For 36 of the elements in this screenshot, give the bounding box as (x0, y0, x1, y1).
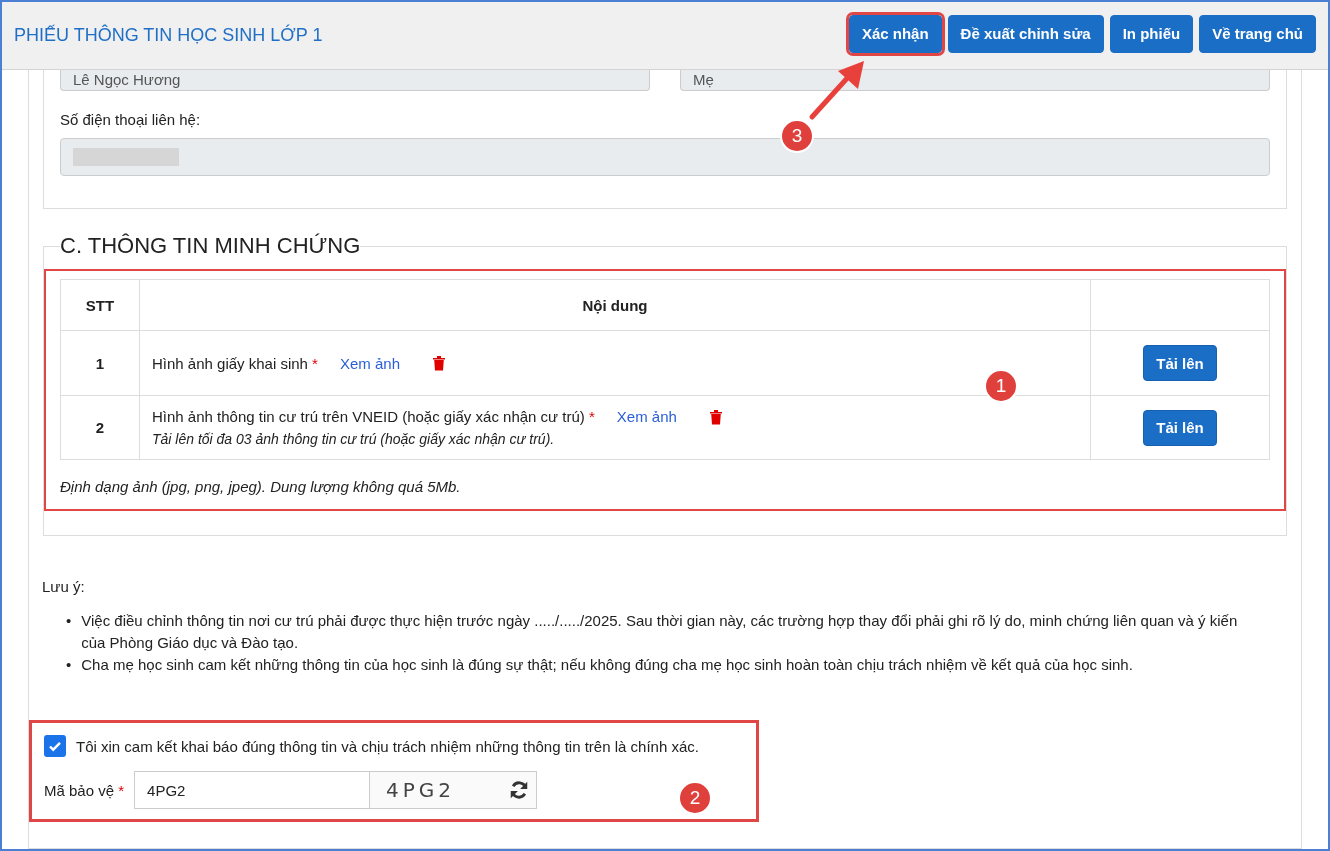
step-badge: 3 (782, 121, 812, 151)
item-label: Hình ảnh giấy khai sinh * (152, 354, 318, 372)
table-cell: 1 (60, 330, 140, 396)
checkbox[interactable] (44, 735, 66, 757)
trash-icon[interactable] (432, 355, 446, 371)
header-button[interactable]: Xác nhận (848, 14, 942, 53)
header-button[interactable]: In phiếu (1109, 14, 1194, 53)
input-field[interactable]: Mẹ (680, 70, 1270, 91)
input-field[interactable]: Lê Ngọc Hương (60, 70, 650, 91)
checkbox-label: Tôi xin cam kết khai báo đúng thông tin và chịu trách nhiệm những thông tin trên là chính xác. (76, 737, 699, 755)
upload-button[interactable]: Tải lên (1143, 409, 1217, 446)
view-link[interactable]: Xem ảnh (616, 408, 677, 425)
column-header: Nội dung (139, 279, 1091, 331)
note-item: Việc điều chỉnh thông tin nơi cư trú phải được thực hiện trước ngày ...../...../2025. Sau thời gian này, các trường hợp thay đổi phải ghi rõ lý do, minh chứng liên quan và ý kiến của Phòng Giáo dục và Đào tạo. (81, 611, 1239, 653)
step-badge: 1 (986, 371, 1016, 401)
header-button[interactable]: Đề xuất chỉnh sửa (947, 14, 1104, 53)
bullet: • (66, 611, 72, 631)
step-badge: 2 (680, 783, 710, 813)
format-note: Định dạng ảnh (jpg, png, jpeg). Dung lượng không quá 5Mb. (60, 478, 462, 495)
item-label: Hình ảnh thông tin cư trú trên VNEID (hoặc giấy xác nhận cư trú) * (152, 408, 595, 425)
field-label: Mã bảo vệ * (44, 781, 125, 799)
trash-icon[interactable] (708, 408, 723, 425)
note-title: Lưu ý: (42, 577, 86, 597)
captcha-text: 4PG2 (386, 778, 456, 802)
header-button[interactable]: Về trang chủ (1199, 14, 1316, 53)
hint-text: Tải lên tối đa 03 ảnh thông tin cư trú (hoặc giấy xác nhận cư trú). (152, 431, 556, 447)
section-title: C. THÔNG TIN MINH CHỨNG (60, 233, 361, 259)
note-item: Cha mẹ học sinh cam kết những thông tin của học sinh là đúng sự thật; nếu không đúng cha mẹ học sinh hoàn toàn chịu trách nhiệm về kết quả của học sinh. (81, 655, 1134, 675)
bullet: • (66, 655, 72, 675)
upload-button[interactable]: Tải lên (1143, 345, 1217, 381)
column-header: STT (60, 279, 140, 331)
field-label: Số điện thoại liên hệ: (60, 111, 202, 128)
input-field[interactable]: 4PG2 (134, 771, 371, 809)
view-link[interactable]: Xem ảnh (339, 354, 400, 372)
table-cell: 2 (60, 395, 140, 460)
page-title: PHIẾU THÔNG TIN HỌC SINH LỚP 1 (14, 25, 323, 46)
